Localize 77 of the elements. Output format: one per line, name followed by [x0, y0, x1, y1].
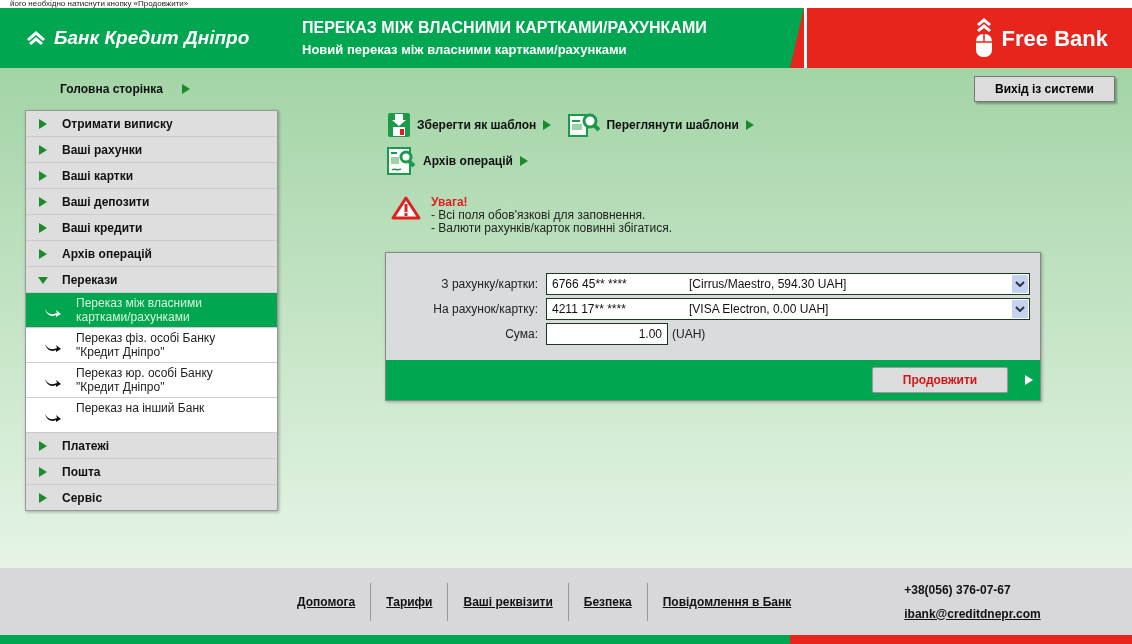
footer-link[interactable]: Тарифи [386, 592, 433, 611]
action-link[interactable]: Переглянути шаблони [568, 110, 755, 140]
continue-button[interactable]: Продовжити [872, 367, 1008, 393]
dropdown-icon [1012, 300, 1028, 318]
page-subtitle: Новий переказ між власними картками/рахунками [302, 41, 628, 60]
sidebar-subitem[interactable]: Переказ фіз. особі Банку "Кредит Дніпро" [26, 327, 277, 362]
arrow-icon [744, 120, 755, 130]
document-search-icon [387, 147, 417, 175]
sidebar-item[interactable]: Ваші депозити [26, 189, 277, 214]
sidebar-item-label: Платежі [62, 437, 110, 455]
sidebar-item[interactable]: Платежі [26, 433, 277, 458]
home-link[interactable]: Головна сторінка [60, 80, 191, 98]
field-label: Сума: [504, 326, 538, 343]
sidebar-item-label: Отримати виписку [62, 115, 173, 133]
warning-icon [391, 196, 421, 220]
footer-link[interactable]: Допомога [297, 592, 356, 611]
arrow-icon [38, 466, 48, 477]
arrow-icon [38, 144, 48, 155]
document-search-icon [568, 112, 601, 138]
sidebar-item[interactable]: Пошта [26, 459, 277, 484]
field-label: На рахунок/картку: [432, 301, 538, 318]
sidebar-item-label: Перекази [62, 271, 118, 289]
arrow-icon [38, 196, 48, 207]
bank-logo-icon [26, 30, 46, 46]
sidebar-item-label: Ваші рахунки [62, 141, 143, 159]
arrow-icon [38, 440, 48, 451]
sidebar-subitem-label: Переказ юр. особі Банку "Кредит Дніпро" [76, 366, 214, 394]
arrow-icon [542, 120, 553, 130]
arrow-icon [1024, 375, 1034, 385]
arrow-icon [38, 492, 48, 503]
arrow-icon [38, 222, 48, 233]
account-select[interactable]: 6766 45** **** [Cirrus/Maestro, 594.30 UAH] [546, 273, 1030, 295]
sidebar-subitem-label: Переказ на інший Банк [76, 401, 206, 415]
sidebar-subitem[interactable]: Переказ юр. особі Банку "Кредит Дніпро" [26, 362, 277, 397]
arrow-icon [181, 84, 191, 94]
sidebar-item-label: Ваші картки [62, 167, 134, 185]
sidebar-item-label: Ваші депозити [62, 193, 150, 211]
arrow-icon [38, 118, 48, 129]
field-label: З рахунку/картки: [440, 276, 538, 293]
sidebar-item-label: Сервіс [62, 489, 103, 507]
sidebar-subitem[interactable]: Переказ на інший Банк [26, 397, 277, 432]
amount-field[interactable]: 1.00 [546, 323, 668, 345]
caption-text: його необхідно натиснути кнопку «Продовжити» [9, 0, 189, 8]
footer-link[interactable]: Повідомлення в Банк [662, 592, 792, 611]
sidebar-item[interactable]: Ваші кредити [26, 215, 277, 240]
arrow-icon [38, 170, 48, 181]
sidebar-item-label: Ваші кредити [62, 219, 143, 237]
sidebar-item[interactable]: Перекази [26, 267, 277, 292]
currency-label: (UAH) [672, 326, 706, 343]
phone-number: +38(056) 376-07-67 [904, 581, 1012, 599]
sidebar-subitem-label: Переказ фіз. особі Банку "Кредит Дніпро" [76, 331, 217, 359]
warning-text: - Всі поля обов'язкові для заповнення. [431, 209, 647, 222]
footer-link[interactable]: Безпека [583, 592, 632, 611]
sidebar-item[interactable]: Сервіс [26, 485, 277, 510]
sidebar-item[interactable]: Отримати виписку [26, 111, 277, 136]
arrow-icon [518, 156, 529, 166]
action-link[interactable]: Зберегти як шаблон [387, 110, 553, 140]
sidebar-subitem-label: Переказ між власними картками/рахунками [76, 296, 203, 324]
footer-link[interactable]: Ваші реквізити [463, 592, 553, 611]
sidebar-item[interactable]: Ваші картки [26, 163, 277, 188]
bank-name: Банк Кредит Дніпро [54, 25, 250, 50]
sidebar-item-label: Пошта [62, 463, 101, 481]
arrow-icon [38, 274, 48, 285]
account-select[interactable]: 4211 17** **** [VISA Electron, 0.00 UAH] [546, 298, 1030, 320]
warning-title: Увага! [431, 196, 469, 209]
brand-name: Free Bank [1001, 24, 1108, 53]
logout-button[interactable]: Вихід із системи [974, 76, 1115, 102]
arrow-icon [38, 248, 48, 259]
sidebar-item-label: Архів операцій [62, 245, 152, 263]
mouse-logo-icon [973, 18, 994, 58]
action-link[interactable]: Архів операцій [387, 146, 529, 176]
sidebar-item[interactable]: Ваші рахунки [26, 137, 277, 162]
dropdown-icon [1012, 275, 1028, 293]
email-link[interactable]: ibank@creditdnepr.com [904, 604, 1041, 623]
page-title: ПЕРЕКАЗ МІЖ ВЛАСНИМИ КАРТКАМИ/РАХУНКАМИ [302, 18, 708, 39]
warning-text: - Валюти рахунків/карток повинні збігатися. [431, 222, 673, 235]
sidebar-item[interactable]: Архів операцій [26, 241, 277, 266]
